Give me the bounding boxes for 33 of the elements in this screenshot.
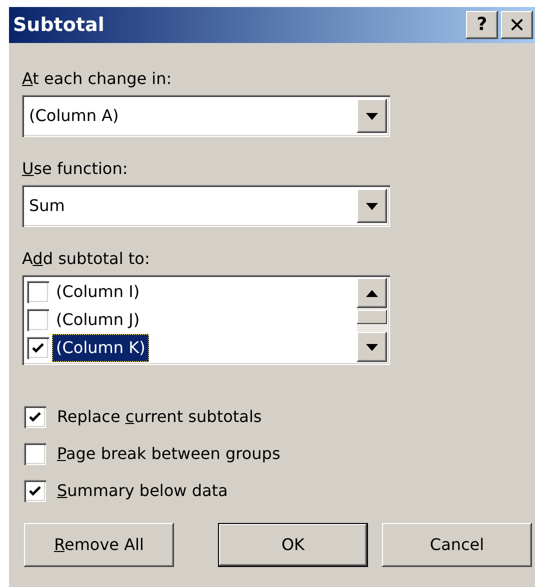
dropdown[interactable]: (Column A) bbox=[22, 95, 390, 137]
scroll-up-icon[interactable] bbox=[366, 290, 378, 296]
field-label: At each change in: bbox=[22, 69, 172, 88]
dropdown-arrow-icon[interactable] bbox=[366, 202, 378, 210]
list-item[interactable]: (Column J) bbox=[52, 306, 144, 334]
checkbox[interactable] bbox=[27, 309, 49, 331]
list-item[interactable]: (Column K) bbox=[52, 334, 150, 362]
checkbox-label[interactable]: Summary below data bbox=[57, 479, 228, 503]
cancel-button[interactable]: Cancel bbox=[382, 523, 532, 567]
checkbox-label[interactable]: Replace current subtotals bbox=[57, 405, 262, 429]
field-label: Add subtotal to: bbox=[22, 249, 150, 268]
checkbox[interactable] bbox=[27, 337, 49, 359]
remove-all-button[interactable]: Remove All bbox=[24, 523, 174, 567]
close-button[interactable]: ✕ bbox=[501, 11, 533, 39]
dropdown-arrow-icon[interactable] bbox=[366, 112, 378, 120]
scroll-down-icon[interactable] bbox=[366, 344, 378, 350]
window-title: Subtotal bbox=[13, 12, 104, 38]
checkbox[interactable] bbox=[24, 406, 46, 428]
checkbox-list[interactable]: (Column I) (Column J) (Column K) bbox=[22, 275, 390, 365]
scrollbar[interactable] bbox=[357, 278, 387, 362]
field-label: Use function: bbox=[22, 159, 128, 178]
checkbox-label[interactable]: Page break between groups bbox=[57, 442, 280, 466]
checkmark-icon bbox=[29, 486, 41, 496]
checkmark-icon bbox=[29, 412, 41, 422]
ok-button[interactable]: OK bbox=[218, 523, 368, 567]
help-button[interactable]: ? bbox=[466, 11, 498, 39]
list-item[interactable]: (Column I) bbox=[52, 278, 144, 306]
dropdown[interactable]: Sum bbox=[22, 185, 390, 227]
checkbox[interactable] bbox=[27, 281, 49, 303]
checkbox[interactable] bbox=[24, 480, 46, 502]
checkmark-icon bbox=[32, 342, 44, 354]
scroll-thumb[interactable] bbox=[357, 310, 387, 324]
checkbox[interactable] bbox=[24, 443, 46, 465]
